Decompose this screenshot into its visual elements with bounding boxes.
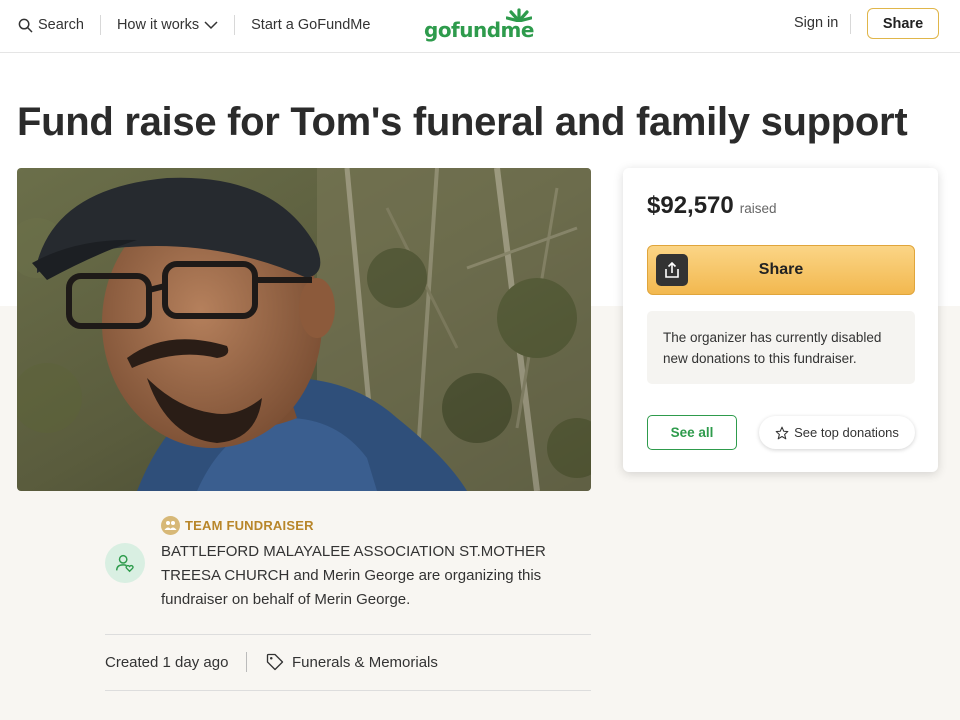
category-link[interactable]: Funerals & Memorials [265, 652, 438, 672]
campaign-photo[interactable] [17, 168, 591, 491]
user-heart-icon [116, 554, 134, 573]
start-gofundme-label: Start a GoFundMe [251, 17, 371, 33]
gofundme-logo[interactable]: gofundme [424, 8, 534, 42]
created-date: Created 1 day ago [105, 654, 229, 671]
divider [105, 690, 591, 691]
nav-divider [234, 15, 236, 35]
chevron-down-icon [204, 21, 218, 30]
organizer-avatar [105, 543, 145, 583]
divider [105, 634, 591, 635]
nav-left: Search How it works Start a GoFundMe [18, 15, 370, 35]
tag-icon [266, 653, 284, 671]
page-title: Fund raise for Tom's funeral and family … [17, 100, 908, 144]
see-all-button[interactable]: See all [647, 415, 737, 450]
team-fundraiser-label: TEAM FUNDRAISER [185, 518, 314, 533]
meta-divider [246, 652, 247, 672]
logo-text: gofundme [424, 18, 534, 42]
how-it-works-label: How it works [116, 17, 200, 33]
raised-summary: $92,570 raised [647, 192, 777, 220]
see-top-donations-button[interactable]: See top donations [759, 416, 915, 449]
nav-divider [99, 15, 101, 35]
share-button[interactable]: Share [647, 245, 915, 295]
how-it-works-menu[interactable]: How it works [117, 17, 218, 33]
see-top-donations-label: See top donations [794, 425, 899, 440]
star-icon [775, 426, 789, 439]
search-label: Search [38, 17, 84, 33]
start-gofundme-link[interactable]: Start a GoFundMe [251, 17, 370, 33]
header-share-button[interactable]: Share [867, 8, 939, 39]
header-divider [850, 14, 851, 34]
search-link[interactable]: Search [18, 17, 84, 33]
share-button-label: Share [758, 261, 804, 278]
organizer-description: BATTLEFORD MALAYALEE ASSOCIATION ST.MOTH… [161, 543, 546, 608]
raised-amount: $92,570 [647, 192, 734, 219]
category-label: Funerals & Memorials [292, 653, 438, 671]
donations-disabled-note: The organizer has currently disabled new… [647, 311, 915, 384]
campaign-photo-image [17, 168, 591, 491]
raised-label: raised [739, 201, 777, 216]
sign-in-link[interactable]: Sign in [794, 15, 838, 31]
site-header: Search How it works Start a GoFundMe gof… [0, 0, 960, 53]
search-icon [18, 18, 33, 32]
donation-card: $92,570 raised Share The organizer has c… [623, 168, 938, 472]
team-icon [161, 516, 180, 535]
